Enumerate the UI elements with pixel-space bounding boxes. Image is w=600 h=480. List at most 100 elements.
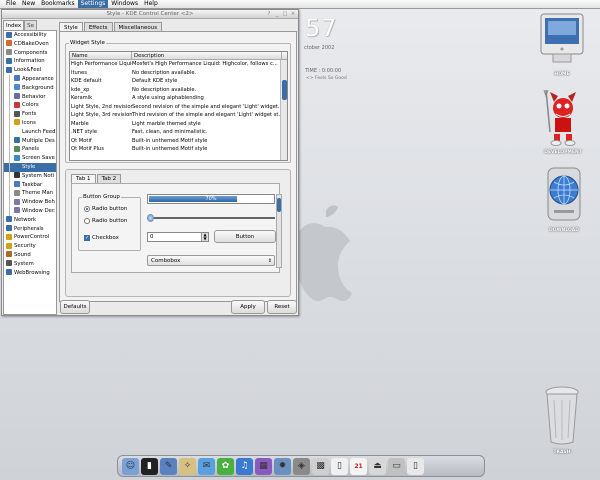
preview-icon[interactable]: ▩ (312, 457, 329, 475)
tree-item[interactable]: PowerControl (4, 233, 56, 242)
style-row[interactable]: High Performance Liquid Mosfet's High Per… (70, 60, 287, 69)
checkbox[interactable]: ✓ Checkbox (84, 235, 119, 241)
style-row[interactable]: Light Style, 2nd revision Second revision… (70, 103, 287, 112)
apply-button[interactable]: Apply (231, 300, 265, 314)
help-icon[interactable]: ? (266, 11, 272, 17)
tree-item[interactable]: Peripherals (4, 225, 56, 234)
spin-arrows-icon[interactable]: ▲ ▼ (201, 233, 208, 241)
tree-item[interactable]: Security (4, 242, 56, 251)
tree-item[interactable]: Behavior (4, 92, 56, 102)
close-icon[interactable]: × (290, 11, 296, 17)
ichat-icon[interactable]: ✿ (217, 457, 234, 475)
style-row[interactable]: ltunes No description available. (70, 69, 287, 78)
ical-icon[interactable]: 21 (350, 457, 367, 475)
itunes-icon[interactable]: ♫ (236, 457, 253, 475)
tree-item[interactable]: Information (4, 57, 56, 66)
tree-item[interactable]: Style (4, 162, 56, 172)
style-row[interactable]: Marble Light marble themed style (70, 120, 287, 129)
tree-item-label: Sound (14, 251, 31, 258)
scroll-thumb[interactable] (282, 80, 287, 100)
drive-icon[interactable]: ▭ (388, 457, 405, 475)
preview-tab-1[interactable]: Tab 1 (71, 174, 96, 183)
preview-scroll-thumb[interactable] (277, 198, 281, 212)
style-row[interactable]: Qt Motif Built-in unthemed Motif style (70, 137, 287, 146)
iphoto-icon[interactable]: ✹ (274, 457, 291, 475)
tree-item[interactable]: Window Beh (4, 198, 56, 207)
tree-item[interactable]: Icons (4, 118, 56, 128)
style-panel: Widget Style Name Description High Perfo… (59, 31, 297, 302)
preview-scrollbar[interactable] (276, 194, 282, 268)
tree-item[interactable]: Screen Save (4, 154, 56, 163)
menu-settings[interactable]: Settings (77, 0, 109, 8)
tree-item[interactable]: Launch Feed (4, 127, 56, 137)
app-icon[interactable]: ✎ (160, 457, 177, 475)
tree-item[interactable]: Taskbar (4, 180, 56, 190)
tree-item[interactable]: Appearance (4, 74, 56, 84)
tree-item[interactable]: Theme Man (4, 189, 56, 199)
gimp-icon[interactable]: ◈ (293, 457, 310, 475)
tree-item[interactable]: Multiple Des (4, 136, 56, 146)
tree-item[interactable]: Sound (4, 251, 56, 260)
slider[interactable] (147, 214, 275, 222)
style-row[interactable]: kde_xp No description available. (70, 86, 287, 95)
home-desktop-icon[interactable]: HOME (536, 12, 588, 77)
style-row[interactable]: Light Style, 3rd revision Third revision … (70, 111, 287, 120)
module-icon (14, 110, 20, 117)
tree-item[interactable]: System (4, 260, 56, 269)
column-name[interactable]: Name (70, 52, 132, 59)
combobox[interactable]: Combobox ⇕ (147, 255, 275, 266)
window-titlebar[interactable]: Style - KDE Control Center <2> ? _ □ × (2, 10, 298, 19)
column-description[interactable]: Description (132, 52, 282, 59)
menu-windows[interactable]: Windows (108, 0, 141, 8)
download-desktop-icon[interactable]: DOWNLOAD (537, 164, 591, 233)
menu-new[interactable]: New (19, 0, 38, 8)
tab-index[interactable]: Index (3, 20, 25, 30)
trash-dock-icon[interactable]: ▯ (407, 457, 424, 475)
preview-tab-2[interactable]: Tab 2 (96, 174, 122, 183)
terminal-icon[interactable]: ▮ (141, 457, 158, 475)
development-desktop-icon[interactable]: DEVELOPMENT (534, 88, 592, 155)
trash-desktop-icon[interactable]: TRASH (540, 382, 584, 455)
style-row[interactable]: .NET style Fast, clean, and minimalistic. (70, 128, 287, 137)
mail-icon[interactable]: ✉ (198, 457, 215, 475)
radio-button-2[interactable]: Radio button (84, 218, 127, 224)
tree-item[interactable]: Fonts (4, 110, 56, 119)
tree-item[interactable]: Panels (4, 145, 56, 155)
safari-icon[interactable]: ✧ (179, 457, 196, 475)
menu-help[interactable]: Help (141, 0, 161, 8)
tree-item[interactable]: WebBrowsing (4, 269, 56, 278)
reset-button[interactable]: Reset (267, 300, 297, 314)
maximize-icon[interactable]: □ (282, 11, 288, 17)
ipod-icon[interactable]: ▯ (331, 457, 348, 475)
module-icon (6, 242, 12, 249)
radio-button-1[interactable]: Radio button (84, 206, 127, 212)
menu-bookmarks[interactable]: Bookmarks (38, 0, 78, 8)
kde-control-center-window: Style - KDE Control Center <2> ? _ □ × I… (1, 9, 299, 316)
minimize-icon[interactable]: _ (274, 11, 280, 17)
tree-item[interactable]: System Noti (4, 171, 56, 181)
tree-item[interactable]: Components (4, 49, 56, 58)
menu-file[interactable]: File (3, 0, 19, 8)
tree-item[interactable]: CDBakeOven (4, 40, 56, 49)
imovie-icon[interactable]: ▦ (255, 457, 272, 475)
style-row[interactable]: Keramik A style using alphablending (70, 94, 287, 103)
tree-item[interactable]: Accessibility (4, 31, 56, 40)
tree-line (9, 162, 10, 172)
slider-knob[interactable] (147, 214, 154, 222)
tree-item[interactable]: Look&Feel (4, 66, 56, 75)
defaults-button[interactable]: Defaults (60, 300, 90, 314)
style-row[interactable]: Qt Motif Plus Built-in unthemed Motif sty… (70, 145, 287, 154)
tab-search[interactable]: Se (24, 20, 38, 30)
style-list-scrollbar[interactable] (280, 60, 287, 160)
style-row[interactable]: KDE default Default KDE style (70, 77, 287, 86)
tree-item[interactable]: Window Dec (4, 206, 56, 216)
tree-item[interactable]: Network (4, 216, 56, 225)
eject-icon[interactable]: ⏏ (369, 457, 386, 475)
spinbox[interactable]: 0 ▲ ▼ (147, 232, 209, 242)
finder-icon[interactable]: ☺ (122, 457, 139, 475)
preview-button[interactable]: Button (214, 230, 276, 243)
tree-item[interactable]: Colors (4, 101, 56, 111)
style-name: Keramik (71, 95, 93, 101)
tree-line (9, 180, 10, 190)
tree-item[interactable]: Background (4, 83, 56, 93)
